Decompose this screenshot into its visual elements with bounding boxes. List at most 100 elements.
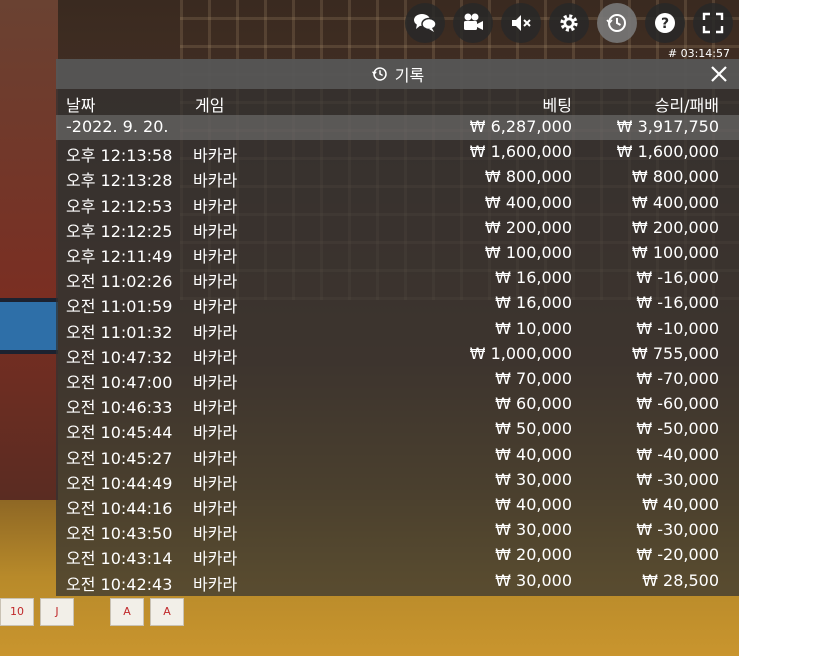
row-game: 바카라 bbox=[193, 322, 238, 342]
row-date: 오전 10:43:50 bbox=[66, 524, 173, 544]
column-headers: 날짜 게임 베팅 승리/패배 bbox=[56, 89, 739, 115]
column-header-win-loss: 승리/패배 bbox=[654, 96, 719, 115]
row-win-loss: ₩ 800,000 bbox=[631, 167, 719, 187]
table-cards: 10 J A A bbox=[0, 598, 200, 628]
row-bet: ₩ 1,600,000 bbox=[469, 142, 572, 162]
left-blue-panel bbox=[0, 298, 58, 354]
row-game: 바카라 bbox=[193, 247, 238, 266]
row-date: 오후 12:12:25 bbox=[66, 221, 173, 241]
chat-icon bbox=[414, 14, 437, 32]
row-game: 바카라 bbox=[193, 473, 238, 493]
history-panel-title: 기록 bbox=[56, 59, 739, 89]
row-game: 바카라 bbox=[193, 574, 238, 594]
summary-row[interactable]: -2022. 9. 20. ₩ 6,287,000 ₩ 3,917,750 bbox=[56, 115, 739, 140]
history-icon bbox=[371, 65, 389, 83]
playing-card: A bbox=[110, 598, 144, 626]
row-date: 오전 11:01:32 bbox=[66, 322, 173, 342]
summary-bet: ₩ 6,287,000 bbox=[469, 117, 572, 136]
gear-icon bbox=[560, 14, 578, 32]
close-button[interactable] bbox=[709, 64, 729, 84]
row-game: 바카라 bbox=[193, 221, 238, 241]
playing-card: A bbox=[150, 598, 184, 626]
row-win-loss: ₩ -30,000 bbox=[636, 469, 719, 489]
help-button[interactable]: ? bbox=[645, 3, 685, 43]
row-bet: ₩ 400,000 bbox=[484, 192, 572, 212]
video-button[interactable] bbox=[453, 3, 493, 43]
svg-text:?: ? bbox=[661, 16, 669, 32]
row-date: 오전 10:47:00 bbox=[66, 373, 173, 392]
row-bet: ₩ 16,000 bbox=[495, 293, 572, 313]
row-bet: ₩ 30,000 bbox=[495, 469, 572, 489]
table-row[interactable]: 오전 10:45:27 바카라 ₩ 40,000 ₩ -40,000 bbox=[56, 443, 739, 468]
summary-date: -2022. 9. 20. bbox=[66, 117, 169, 136]
row-win-loss: ₩ -20,000 bbox=[636, 545, 719, 565]
history-panel-header: 기록 bbox=[56, 59, 739, 89]
table-row[interactable]: 오전 11:01:59 바카라 ₩ 16,000 ₩ -16,000 bbox=[56, 291, 739, 316]
table-row[interactable]: 오전 10:43:50 바카라 ₩ 30,000 ₩ -30,000 bbox=[56, 518, 739, 543]
row-win-loss: ₩ -70,000 bbox=[636, 369, 719, 388]
close-icon bbox=[711, 66, 727, 82]
fullscreen-button[interactable] bbox=[693, 3, 733, 43]
row-game: 바카라 bbox=[193, 448, 238, 468]
table-row[interactable]: 오후 12:13:58 바카라 ₩ 1,600,000 ₩ 1,600,000 bbox=[56, 140, 739, 165]
row-win-loss: ₩ 40,000 bbox=[642, 495, 719, 514]
table-row[interactable]: 오전 10:42:43 바카라 ₩ 30,000 ₩ 28,500 bbox=[56, 569, 739, 594]
row-win-loss: ₩ -30,000 bbox=[636, 520, 719, 540]
table-row[interactable]: 오전 10:44:49 바카라 ₩ 30,000 ₩ -30,000 bbox=[56, 468, 739, 493]
chat-button[interactable] bbox=[405, 3, 445, 43]
row-bet: ₩ 60,000 bbox=[495, 394, 572, 414]
mute-button[interactable] bbox=[501, 3, 541, 43]
row-date: 오후 12:12:53 bbox=[66, 196, 173, 216]
row-date: 오전 10:43:14 bbox=[66, 549, 173, 569]
table-row[interactable]: 오후 12:12:53 바카라 ₩ 400,000 ₩ 400,000 bbox=[56, 191, 739, 216]
row-bet: ₩ 200,000 bbox=[484, 217, 572, 237]
table-row[interactable]: 오후 12:13:28 바카라 ₩ 800,000 ₩ 800,000 bbox=[56, 165, 739, 190]
row-game: 바카라 bbox=[193, 347, 238, 367]
playing-card: J bbox=[40, 598, 74, 626]
row-bet: ₩ 70,000 bbox=[495, 369, 572, 388]
table-row[interactable]: 오전 10:44:16 바카라 ₩ 40,000 ₩ 40,000 bbox=[56, 493, 739, 518]
history-icon bbox=[606, 14, 626, 32]
row-bet: ₩ 30,000 bbox=[495, 520, 572, 540]
row-win-loss: ₩ 200,000 bbox=[631, 217, 719, 237]
column-header-date: 날짜 bbox=[66, 96, 96, 115]
row-game: 바카라 bbox=[193, 398, 238, 418]
row-win-loss: ₩ -50,000 bbox=[636, 419, 719, 439]
table-row[interactable]: 오전 10:46:33 바카라 ₩ 60,000 ₩ -60,000 bbox=[56, 392, 739, 417]
row-win-loss: ₩ -10,000 bbox=[636, 318, 719, 338]
table-row[interactable]: 오전 10:47:32 바카라 ₩ 1,000,000 ₩ 755,000 bbox=[56, 342, 739, 367]
row-date: 오후 12:11:49 bbox=[66, 247, 173, 266]
table-row[interactable]: 오전 11:02:26 바카라 ₩ 16,000 ₩ -16,000 bbox=[56, 266, 739, 291]
row-bet: ₩ 800,000 bbox=[484, 167, 572, 187]
row-bet: ₩ 10,000 bbox=[495, 318, 572, 338]
table-row[interactable]: 오후 12:12:25 바카라 ₩ 200,000 ₩ 200,000 bbox=[56, 216, 739, 241]
fullscreen-icon bbox=[702, 12, 724, 34]
table-row[interactable]: 오후 12:11:49 바카라 ₩ 100,000 ₩ 100,000 bbox=[56, 241, 739, 266]
table-row[interactable]: 오전 11:01:32 바카라 ₩ 10,000 ₩ -10,000 bbox=[56, 317, 739, 342]
row-date: 오전 10:44:16 bbox=[66, 499, 173, 518]
row-date: 오후 12:13:28 bbox=[66, 171, 173, 191]
table-row[interactable]: 오전 10:45:44 바카라 ₩ 50,000 ₩ -50,000 bbox=[56, 417, 739, 442]
row-game: 바카라 bbox=[193, 272, 238, 292]
history-button[interactable] bbox=[597, 3, 637, 43]
table-row[interactable]: 오전 10:43:14 바카라 ₩ 20,000 ₩ -20,000 bbox=[56, 543, 739, 568]
row-game: 바카라 bbox=[193, 146, 238, 166]
row-bet: ₩ 16,000 bbox=[495, 268, 572, 288]
row-date: 오전 10:45:27 bbox=[66, 448, 173, 468]
row-bet: ₩ 100,000 bbox=[484, 243, 572, 262]
row-game: 바카라 bbox=[193, 423, 238, 443]
row-date: 오전 10:46:33 bbox=[66, 398, 173, 418]
history-title-text: 기록 bbox=[394, 66, 425, 85]
row-bet: ₩ 1,000,000 bbox=[469, 343, 572, 363]
row-game: 바카라 bbox=[193, 171, 238, 191]
row-date: 오후 12:13:58 bbox=[66, 146, 173, 166]
row-win-loss: ₩ -16,000 bbox=[636, 268, 719, 288]
row-win-loss: ₩ -16,000 bbox=[636, 293, 719, 313]
mute-icon bbox=[512, 15, 531, 31]
row-date: 오전 11:02:26 bbox=[66, 272, 173, 292]
row-win-loss: ₩ -60,000 bbox=[636, 394, 719, 414]
table-row[interactable]: 오전 10:47:00 바카라 ₩ 70,000 ₩ -70,000 bbox=[56, 367, 739, 392]
settings-button[interactable] bbox=[549, 3, 589, 43]
row-bet: ₩ 40,000 bbox=[495, 495, 572, 514]
help-icon: ? bbox=[655, 13, 675, 33]
